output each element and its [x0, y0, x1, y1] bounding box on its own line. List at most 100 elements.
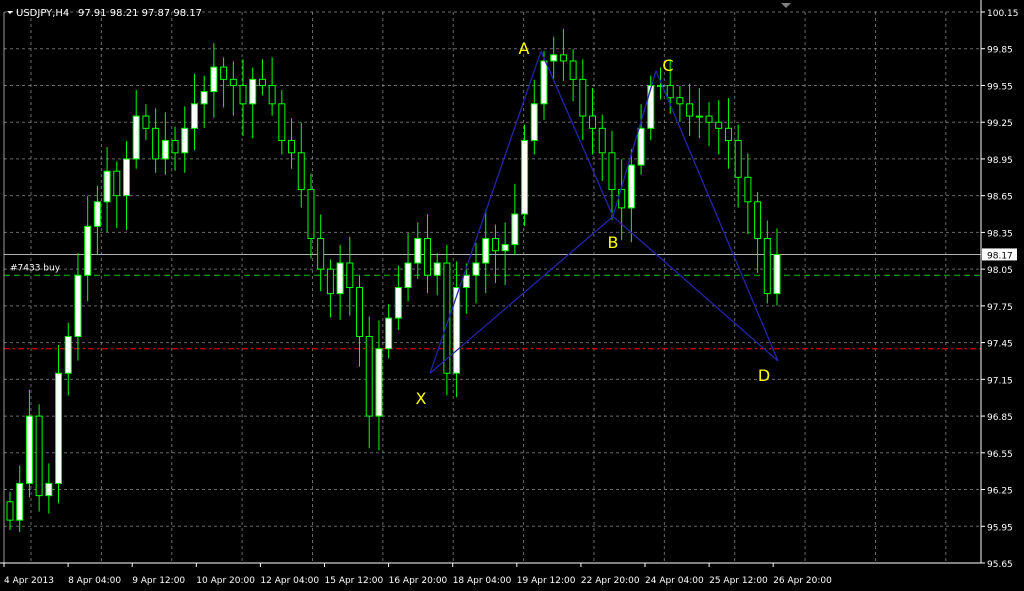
candle-bear	[676, 97, 684, 105]
x-tick-label: 15 Apr 12:00	[325, 576, 384, 586]
candle-bull	[123, 158, 131, 197]
candle-bear	[423, 238, 431, 276]
candle-bull	[773, 253, 781, 295]
candle-bear	[317, 238, 325, 270]
x-tick-label: 12 Apr 04:00	[260, 576, 319, 586]
header: USDJPY,H4 97.91 98.21 97.87 98.17	[7, 8, 202, 19]
candle-bull	[84, 225, 92, 276]
candle-bear	[288, 140, 296, 154]
y-tick-label: 95.95	[987, 523, 1013, 533]
y-tick-label: 98.35	[987, 229, 1013, 239]
x-tick-label: 24 Apr 04:00	[645, 576, 704, 586]
candle-bear	[220, 66, 228, 80]
candle-bear	[152, 127, 160, 160]
x-tick-label: 18 Apr 04:00	[453, 576, 512, 586]
candle-bear	[744, 176, 752, 203]
candle-bull	[521, 140, 529, 215]
candle-bull	[336, 262, 344, 295]
y-tick-label: 97.45	[987, 340, 1013, 350]
candle-bull	[695, 115, 703, 118]
pattern-point-label: D	[758, 366, 770, 385]
candle-bull	[394, 287, 402, 319]
x-tick-label: 25 Apr 12:00	[709, 576, 768, 586]
candle-bull	[249, 78, 257, 105]
candle-bull	[647, 84, 655, 129]
x-tick-label: 16 Apr 20:00	[389, 576, 448, 586]
candle-bear	[326, 268, 334, 295]
candle-bear	[724, 127, 732, 142]
candle-bear	[35, 415, 43, 497]
x-tick-label: 19 Apr 12:00	[517, 576, 576, 586]
candle-bull	[103, 170, 111, 203]
x-tick-label: 4 Apr 2013	[4, 576, 54, 586]
candle-bear	[356, 287, 364, 337]
candle-bull	[530, 103, 538, 142]
x-tick-label: 9 Apr 12:00	[132, 576, 185, 586]
candle-bear	[258, 78, 266, 86]
candle-bull	[501, 244, 509, 252]
y-tick-label: 96.25	[987, 487, 1013, 497]
symbol-timeframe: USDJPY,H4	[16, 8, 69, 19]
candle-bear	[705, 115, 713, 123]
pattern-point-label: B	[608, 233, 619, 252]
candle-bear	[559, 54, 567, 62]
candle-bull	[404, 262, 412, 288]
candle-bull	[637, 127, 645, 166]
candle-bear	[598, 127, 606, 154]
candle-bear	[171, 140, 179, 154]
candle-bull	[511, 213, 519, 246]
candle-bull	[200, 91, 208, 105]
candle-bull	[161, 140, 169, 160]
candle-bull	[132, 115, 140, 160]
candle-bull	[482, 238, 490, 264]
y-tick-label: 98.05	[987, 266, 1013, 276]
candle-bear	[307, 189, 315, 240]
x-tick-label: 10 Apr 20:00	[196, 576, 255, 586]
candle-bull	[25, 415, 33, 484]
candle-bull	[375, 348, 383, 417]
candle-bear	[142, 115, 150, 129]
candle-bear	[297, 152, 305, 191]
current-price-label: 98.17	[987, 251, 1013, 261]
candle-bull	[540, 60, 548, 105]
x-tick-label: 8 Apr 04:00	[68, 576, 121, 586]
candle-bull	[93, 201, 101, 227]
candle-bull	[472, 262, 480, 276]
candle-bear	[763, 238, 771, 295]
candle-bull	[550, 54, 558, 62]
y-tick-label: 96.85	[987, 413, 1013, 423]
candle-bear	[278, 103, 286, 142]
pattern-point-label: A	[519, 39, 530, 58]
pattern-point-label: C	[662, 56, 673, 75]
candle-bull	[181, 127, 189, 154]
candle-bear	[589, 115, 597, 129]
y-tick-label: 96.55	[987, 450, 1013, 460]
candle-bear	[569, 60, 577, 80]
pattern-point-label: X	[416, 389, 427, 408]
candle-bull	[627, 164, 635, 209]
y-tick-label: 98.95	[987, 156, 1013, 166]
candle-bear	[6, 501, 14, 521]
candle-bear	[113, 170, 121, 197]
candle-bull	[414, 238, 422, 264]
candle-bear	[608, 152, 616, 191]
candle-bear	[491, 238, 499, 252]
candle-bull	[16, 482, 24, 521]
candle-bear	[346, 262, 354, 288]
candle-bear	[365, 335, 373, 417]
candle-bear	[754, 201, 762, 240]
candle-bull	[45, 482, 53, 497]
candle-bull	[462, 274, 470, 288]
y-tick-label: 95.65	[987, 560, 1013, 570]
candle-bear	[268, 84, 276, 105]
y-tick-label: 97.75	[987, 303, 1013, 313]
candle-bull	[55, 372, 63, 484]
candle-bear	[579, 78, 587, 117]
candle-bull	[74, 274, 82, 337]
candle-bear	[686, 103, 694, 117]
candle-bear	[239, 84, 247, 105]
y-tick-label: 99.85	[987, 46, 1013, 56]
price-chart[interactable]: #7433 buy X A B C D 100.15 99.85 99.55 99.25 98.…	[0, 0, 1024, 591]
candle-bull	[64, 335, 72, 374]
y-tick-label: 97.15	[987, 376, 1013, 386]
